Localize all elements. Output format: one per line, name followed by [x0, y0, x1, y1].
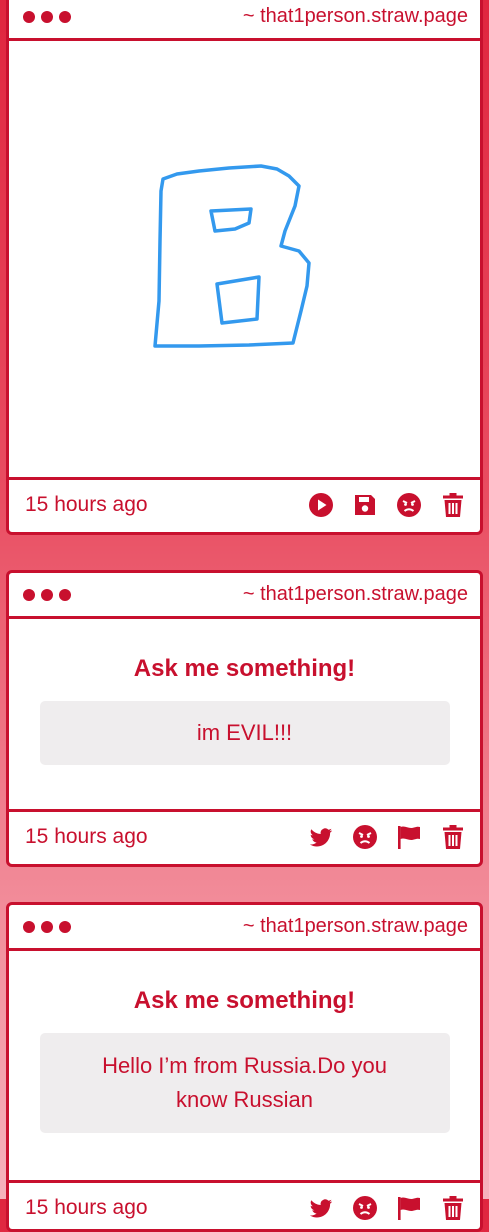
angry-face-icon[interactable]	[396, 492, 422, 518]
card-body: Ask me something! Hello I’m from Russia.…	[9, 951, 480, 1180]
card-footer: 15 hours ago	[9, 1180, 480, 1229]
timestamp: 15 hours ago	[25, 492, 148, 516]
answer-box: Hello I’m from Russia.Do you know Russia…	[39, 1033, 450, 1133]
site-link[interactable]: ~ that1person.straw.page	[243, 583, 468, 606]
card-footer: 15 hours ago	[9, 477, 480, 529]
flag-icon[interactable]	[396, 824, 422, 850]
flag-icon[interactable]	[396, 1195, 422, 1221]
card-actions	[308, 824, 466, 850]
angry-face-icon[interactable]	[352, 824, 378, 850]
trash-icon[interactable]	[440, 824, 466, 850]
window-dots	[23, 920, 71, 933]
window-dot	[23, 920, 35, 933]
timestamp: 15 hours ago	[25, 824, 148, 848]
window-dots	[23, 588, 71, 601]
window-dot	[59, 920, 71, 933]
card-actions	[308, 1195, 466, 1221]
play-icon[interactable]	[308, 492, 334, 518]
site-link[interactable]: ~ that1person.straw.page	[243, 915, 468, 938]
trash-icon[interactable]	[440, 1195, 466, 1221]
card-titlebar: ~ that1person.straw.page	[9, 905, 480, 951]
twitter-icon[interactable]	[308, 824, 334, 850]
timestamp: 15 hours ago	[25, 1195, 148, 1219]
window-dot	[59, 588, 71, 601]
question-heading: Ask me something!	[133, 655, 356, 682]
question-card: ~ that1person.straw.page Ask me somethin…	[6, 902, 483, 1232]
card-titlebar: ~ that1person.straw.page	[9, 0, 480, 41]
card-footer: 15 hours ago	[9, 809, 480, 861]
save-icon[interactable]	[352, 492, 378, 518]
card-titlebar: ~ that1person.straw.page	[9, 573, 480, 619]
trash-icon[interactable]	[440, 492, 466, 518]
question-card: ~ that1person.straw.page Ask me somethin…	[6, 570, 483, 867]
window-dot	[41, 10, 53, 23]
question-heading: Ask me something!	[133, 987, 356, 1014]
site-link[interactable]: ~ that1person.straw.page	[243, 5, 468, 28]
window-dot	[23, 10, 35, 23]
card-actions	[308, 492, 466, 518]
window-dot	[41, 920, 53, 933]
window-dot	[41, 588, 53, 601]
twitter-icon[interactable]	[308, 1195, 334, 1221]
drawing-card: ~ that1person.straw.page 15 hours ago	[6, 0, 483, 535]
answer-box: im EVIL!!!	[39, 701, 450, 765]
window-dots	[23, 10, 71, 23]
card-body: Ask me something! im EVIL!!!	[9, 619, 480, 809]
drawing-canvas	[9, 41, 480, 477]
drawing-b-image	[153, 164, 311, 348]
angry-face-icon[interactable]	[352, 1195, 378, 1221]
window-dot	[59, 10, 71, 23]
window-dot	[23, 588, 35, 601]
